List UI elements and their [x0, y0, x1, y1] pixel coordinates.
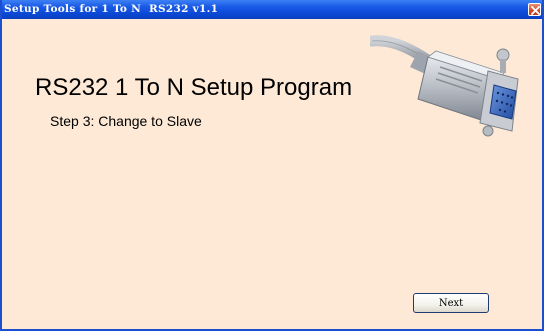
next-button[interactable]: Next [413, 293, 489, 313]
step-label: Step 3: Change to Slave [50, 113, 202, 129]
title-bar[interactable]: Setup Tools for 1 To N RS232 v1.1 [2, 0, 542, 19]
close-icon [531, 6, 540, 15]
window-title: Setup Tools for 1 To N RS232 v1.1 [4, 3, 219, 15]
page-title: RS232 1 To N Setup Program [35, 74, 353, 101]
close-button[interactable] [528, 3, 541, 16]
db9-serial-cable-icon [370, 35, 519, 137]
content-area: RS232 1 To N Setup Program Step 3: Chang… [2, 19, 542, 329]
setup-window: Setup Tools for 1 To N RS232 v1.1 RS232 … [0, 0, 544, 331]
